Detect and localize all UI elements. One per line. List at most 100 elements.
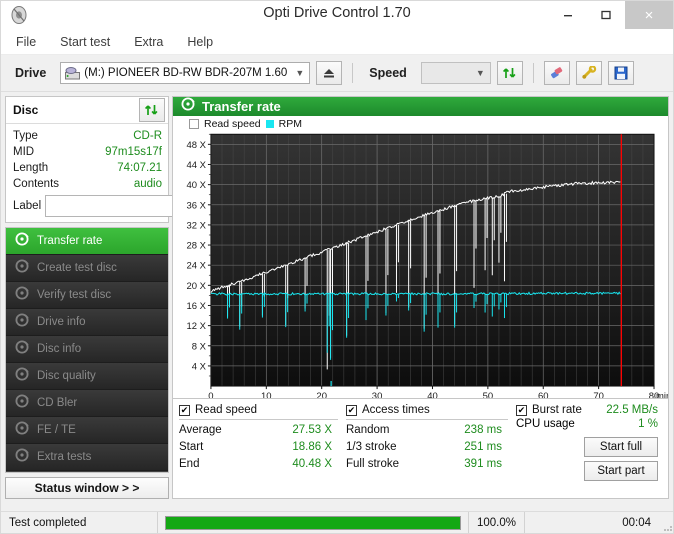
disc-test-icon bbox=[15, 259, 29, 278]
svg-text:70: 70 bbox=[593, 391, 604, 399]
read-speed-stats: ✔ Read speed Average 27.53 X Start 18.86… bbox=[179, 404, 346, 498]
statistics-panel: ✔ Read speed Average 27.53 X Start 18.86… bbox=[172, 399, 669, 499]
stat-row-random: Random 238 ms bbox=[346, 422, 516, 439]
start-part-button[interactable]: Start part bbox=[584, 461, 658, 481]
read-speed-checkbox-row[interactable]: ✔ Read speed bbox=[179, 404, 346, 416]
disc-value: 97m15s17f bbox=[105, 146, 162, 158]
test-nav-list: Transfer rate Create test disc Verify te… bbox=[5, 227, 169, 473]
svg-text:50: 50 bbox=[483, 391, 494, 399]
progress-cell bbox=[157, 511, 468, 533]
sidebar-item-disc-info[interactable]: Disc info bbox=[6, 336, 168, 363]
disc-test-icon bbox=[15, 394, 29, 413]
elapsed-time-cell: 00:04 bbox=[524, 511, 661, 533]
speed-select[interactable]: ▼ bbox=[420, 62, 491, 84]
status-message: Test completed bbox=[9, 516, 87, 529]
sidebar-item-label: Disc quality bbox=[37, 370, 96, 382]
stat-value: 18.86 X bbox=[292, 441, 332, 453]
save-button[interactable] bbox=[607, 61, 634, 85]
sidebar-item-fe-te[interactable]: FE / TE bbox=[6, 417, 168, 444]
disc-refresh-button[interactable] bbox=[139, 98, 165, 122]
svg-text:4 X: 4 X bbox=[192, 361, 207, 372]
disc-row-length: Length 74:07.21 bbox=[13, 160, 162, 176]
burst-rate-row: ✔ Burst rate 22.5 MB/s bbox=[516, 404, 662, 416]
sidebar-item-transfer-rate[interactable]: Transfer rate bbox=[6, 228, 168, 255]
svg-text:60: 60 bbox=[538, 391, 549, 399]
drive-select[interactable]: (M:) PIONEER BD-RW BDR-207M 1.60 ▼ bbox=[60, 62, 311, 84]
eraser-button[interactable] bbox=[543, 61, 570, 85]
transfer-rate-chart[interactable]: Read speed RPM 4 X 8 X 12 X 16 X 20 X 24 X 28 … bbox=[173, 116, 668, 399]
burst-rate-stats: ✔ Burst rate 22.5 MB/s CPU usage 1 % Sta… bbox=[516, 404, 662, 498]
disc-test-icon bbox=[15, 313, 29, 332]
wrench-button[interactable] bbox=[575, 61, 602, 85]
stat-value: 238 ms bbox=[464, 424, 502, 436]
disc-panel-header: Disc bbox=[6, 97, 168, 124]
sidebar-item-create-test-disc[interactable]: Create test disc bbox=[6, 255, 168, 282]
resize-grip[interactable] bbox=[661, 510, 673, 533]
sidebar-item-drive-info[interactable]: Drive info bbox=[6, 309, 168, 336]
status-window-button[interactable]: Status window > > bbox=[5, 477, 169, 499]
stat-row-third-stroke: 1/3 stroke 251 ms bbox=[346, 439, 516, 456]
sidebar-item-cd-bler[interactable]: CD Bler bbox=[6, 390, 168, 417]
svg-text:20: 20 bbox=[316, 391, 327, 399]
burst-rate-check-label: Burst rate bbox=[532, 404, 582, 416]
menu-item-file[interactable]: File bbox=[13, 33, 39, 51]
burst-rate-value: 22.5 MB/s bbox=[606, 404, 658, 416]
disc-key: Length bbox=[13, 162, 49, 174]
access-times-check-label: Access times bbox=[362, 404, 430, 416]
sidebar-item-label: Create test disc bbox=[37, 262, 117, 274]
disc-test-icon bbox=[181, 97, 195, 116]
disc-test-icon bbox=[15, 448, 29, 467]
cpu-usage-value: 1 % bbox=[638, 418, 658, 430]
svg-text:24 X: 24 X bbox=[186, 261, 206, 272]
drive-select-value: (M:) PIONEER BD-RW BDR-207M 1.60 bbox=[84, 67, 288, 79]
disc-key: Type bbox=[13, 130, 38, 142]
close-button[interactable]: × bbox=[625, 1, 673, 29]
legend-label-read-speed: Read speed bbox=[204, 118, 261, 130]
eject-button[interactable] bbox=[316, 61, 343, 85]
sidebar: Disc Type CD-R MID 97m15s17f Length 74:0… bbox=[5, 96, 250, 499]
stat-key: Average bbox=[179, 424, 222, 436]
chart-canvas: 4 X 8 X 12 X 16 X 20 X 24 X 28 X 32 X 36 X 40 X 44… bbox=[186, 133, 668, 399]
window-controls: × bbox=[549, 1, 673, 29]
toolbar: Drive (M:) PIONEER BD-RW BDR-207M 1.60 ▼… bbox=[1, 55, 673, 92]
minimize-button[interactable] bbox=[549, 1, 587, 29]
disc-panel-title: Disc bbox=[13, 103, 39, 117]
disc-label-row: Label bbox=[13, 195, 250, 217]
svg-text:40 X: 40 X bbox=[186, 180, 206, 191]
svg-text:48 X: 48 X bbox=[186, 140, 206, 151]
disc-label-caption: Label bbox=[13, 200, 42, 212]
sidebar-item-extra-tests[interactable]: Extra tests bbox=[6, 444, 168, 471]
toolbar-divider bbox=[352, 63, 354, 83]
burst-rate-checkbox[interactable]: ✔ bbox=[516, 404, 527, 416]
sidebar-item-verify-test-disc[interactable]: Verify test disc bbox=[6, 282, 168, 309]
disc-properties: Type CD-R MID 97m15s17f Length 74:07.21 … bbox=[6, 124, 250, 222]
menu-item-start-test[interactable]: Start test bbox=[57, 33, 113, 51]
chart-title: Transfer rate bbox=[202, 99, 281, 114]
maximize-button[interactable] bbox=[587, 1, 625, 29]
disc-value: 74:07.21 bbox=[117, 162, 162, 174]
sidebar-item-label: CD Bler bbox=[37, 397, 78, 409]
stat-value: 251 ms bbox=[464, 441, 502, 453]
svg-text:28 X: 28 X bbox=[186, 241, 206, 252]
progress-bar bbox=[165, 515, 461, 530]
disc-row-type: Type CD-R bbox=[13, 128, 162, 144]
access-times-checkbox[interactable]: ✔ bbox=[346, 404, 357, 416]
sidebar-item-disc-quality[interactable]: Disc quality bbox=[6, 363, 168, 390]
access-times-checkbox-row[interactable]: ✔ Access times bbox=[346, 404, 516, 416]
content-column: Transfer rate Read speed RPM 4 X 8 X 12 X 1… bbox=[172, 96, 669, 499]
chart-header: Transfer rate bbox=[173, 97, 668, 116]
menu-item-extra[interactable]: Extra bbox=[131, 33, 166, 51]
burst-rate-checkbox-row[interactable]: ✔ Burst rate bbox=[516, 404, 582, 416]
stat-row-start: Start 18.86 X bbox=[179, 439, 346, 456]
start-full-button[interactable]: Start full bbox=[584, 437, 658, 457]
divider bbox=[346, 419, 508, 420]
chevron-down-icon: ▼ bbox=[295, 68, 305, 78]
menu-item-help[interactable]: Help bbox=[184, 33, 216, 51]
sidebar-item-label: Drive info bbox=[37, 316, 86, 328]
refresh-button[interactable] bbox=[496, 61, 523, 85]
drive-label: Drive bbox=[15, 66, 47, 80]
svg-text:32 X: 32 X bbox=[186, 220, 206, 231]
legend-swatch-rpm bbox=[265, 120, 274, 128]
sidebar-item-label: FE / TE bbox=[37, 424, 76, 436]
read-speed-checkbox[interactable]: ✔ bbox=[179, 404, 190, 416]
